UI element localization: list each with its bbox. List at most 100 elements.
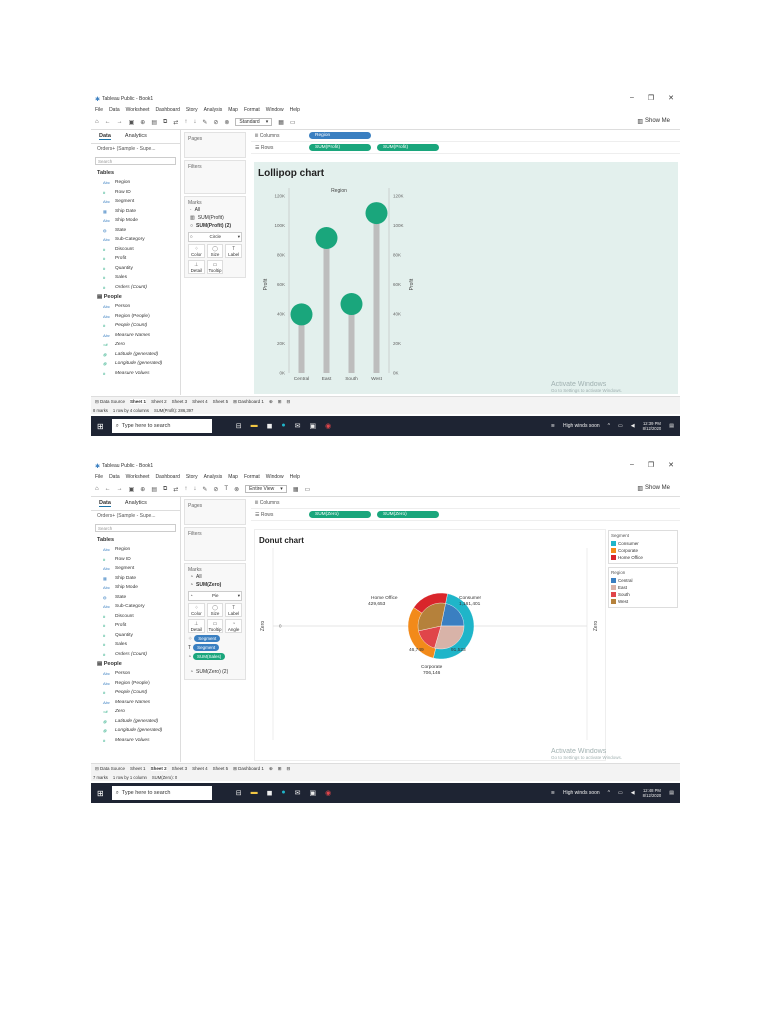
tooltip-button[interactable]: ▭ Tooltip [206,619,224,633]
field-item[interactable]: # Profit [91,621,180,631]
profit-pill-2[interactable]: SUM(Profit) [377,144,439,151]
field-search-input[interactable]: Search [95,157,176,165]
detail-button[interactable]: ⊥ Detail [188,619,205,633]
segment-label-pill[interactable]: Segment [193,644,220,651]
field-item[interactable]: Abc Ship Mode [91,583,180,593]
field-search-input[interactable]: Search [95,524,176,532]
windows-start-icon[interactable]: ⊞ [97,789,104,798]
marks-row-zero-2[interactable]: ◔ SUM(Zero) (2) [188,668,242,676]
region-legend[interactable]: Region Central East South West [608,567,678,608]
close-button[interactable]: ✕ [668,94,674,102]
marks-row-zero[interactable]: ◔ SUM(Zero) [188,581,242,589]
tab-analytics[interactable]: Analytics [125,133,147,140]
network-icon[interactable]: ▭ [618,790,623,796]
home-icon[interactable]: ⌂ [95,119,99,125]
mark-type-dropdown[interactable]: ○ Circle ▾ [188,232,242,242]
profit-pill[interactable]: SUM(Profit) [309,144,371,151]
filters-card[interactable]: Filters [184,527,246,561]
group-icon[interactable]: ⊘ [213,119,218,126]
columns-shelf[interactable]: iii Columns [251,497,680,509]
minimize-button[interactable]: – [630,461,634,469]
field-item[interactable]: ◍ Latitude (generated) [91,350,180,360]
notification-icon[interactable]: ▤ [669,423,674,429]
tableau-app-icon[interactable]: ▣ [310,422,317,430]
windows-start-icon[interactable]: ⊞ [97,422,104,431]
tab-sheet-4[interactable]: Sheet 4 [192,399,208,404]
chart-icon[interactable]: ▦ [293,486,299,493]
label-button[interactable]: T Label [225,244,242,258]
tab-dashboard-1[interactable]: ⊞ Dashboard 1 [233,766,264,772]
field-item[interactable]: # Discount [91,612,180,622]
datasource-item[interactable]: Orders+ (Sample - Supe... [91,511,180,521]
close-button[interactable]: ✕ [668,461,674,469]
mark-pill-row[interactable]: ◔ SUM(Sales) [188,653,242,660]
minimize-button[interactable]: – [630,94,634,102]
sort-asc-icon[interactable]: ↑ [184,486,187,492]
fit-dropdown[interactable]: Entire View ▾ [245,485,287,493]
redo-icon[interactable]: → [117,486,123,492]
field-item[interactable]: # Sales [91,273,180,283]
field-item[interactable]: Abc Region (People) [91,679,180,689]
angle-button[interactable]: ◔ Angle [225,619,242,633]
zero-pill[interactable]: SUM(Zero) [309,511,371,518]
pin-icon[interactable]: ⊗ [234,486,239,493]
duplicate-icon[interactable]: ⧉ [163,486,167,493]
menu-map[interactable]: Map [228,474,238,480]
fit-dropdown[interactable]: Standard ▾ [235,118,273,126]
duplicate-icon[interactable]: ⧉ [163,119,167,126]
undo-icon[interactable]: ← [105,119,111,125]
field-item[interactable]: Abc Region [91,545,180,555]
field-item[interactable]: ◍ Longitude (generated) [91,726,180,736]
menu-map[interactable]: Map [228,107,238,113]
restore-button[interactable]: ❐ [648,461,654,469]
menu-help[interactable]: Help [290,474,300,480]
chrome-icon[interactable]: ◉ [325,789,331,797]
field-item[interactable]: Abc Region (People) [91,312,180,322]
tab-sheet-5[interactable]: Sheet 5 [213,766,229,771]
field-item[interactable]: ▦ Ship Date [91,574,180,584]
legend-item[interactable]: Home Office [611,554,675,561]
redo-icon[interactable]: → [117,119,123,125]
sales-angle-pill[interactable]: SUM(Sales) [193,653,226,660]
size-button[interactable]: ◯ Size [206,244,224,258]
restore-button[interactable]: ❐ [648,94,654,102]
menu-format[interactable]: Format [244,474,260,480]
menu-analysis[interactable]: Analysis [204,107,223,113]
new-datasource-icon[interactable]: ⊕ [140,486,145,493]
segment-color-pill[interactable]: Segment [194,635,221,642]
legend-item[interactable]: West [611,598,675,605]
tray-chevron-icon[interactable]: ^ [608,790,610,796]
marks-row-all[interactable]: · All [188,206,242,214]
label-button[interactable]: T Label [225,603,242,617]
menu-data[interactable]: Data [109,107,120,113]
sort-desc-icon[interactable]: ↓ [193,119,196,125]
field-item[interactable]: # Quantity [91,264,180,274]
tab-sheet-3[interactable]: Sheet 3 [172,399,188,404]
taskbar-search-input[interactable]: ⌕ Type here to search [111,786,212,800]
tab-sheet-3[interactable]: Sheet 3 [172,766,188,771]
field-item[interactable]: ◍ Latitude (generated) [91,717,180,727]
tab-sheet-1[interactable]: Sheet 1 [130,399,147,404]
datasource-item[interactable]: Orders+ (Sample - Supe... [91,144,180,154]
segment-legend[interactable]: Segment Consumer Corporate Home Office [608,530,678,564]
marks-row-profit[interactable]: ▥ SUM(Profit) [188,214,242,222]
tab-sheet-2[interactable]: Sheet 2 [150,766,167,771]
rows-shelf[interactable]: ☰ Rows SUM(Zero) SUM(Zero) [251,509,680,521]
field-item[interactable]: # Orders (Count) [91,650,180,660]
legend-item[interactable]: Corporate [611,547,675,554]
lollipop-chart[interactable]: Region Profit Profit 0K 20K 40K 60K 80K 100K 120K… [254,162,678,394]
detail-button[interactable]: ⊥ Detail [188,260,205,274]
swap-icon[interactable]: ⇄ [173,486,178,493]
field-item[interactable]: Abc Measure Names [91,698,180,708]
chrome-icon[interactable]: ◉ [325,422,331,430]
tab-analytics[interactable]: Analytics [125,500,147,507]
new-dashboard-tab-icon[interactable]: ⊞ [278,399,282,405]
tooltip-button[interactable]: ▭ Tooltip [206,260,224,274]
new-sheet-icon[interactable]: ▤ [151,119,157,126]
field-item[interactable]: Abc Region [91,178,180,188]
file-explorer-icon[interactable]: ▬ [251,422,258,430]
save-icon[interactable]: ▣ [129,119,135,126]
field-item[interactable]: Abc Segment [91,197,180,207]
menu-dashboard[interactable]: Dashboard [155,474,179,480]
mark-pill-row[interactable]: T Segment [188,644,242,651]
